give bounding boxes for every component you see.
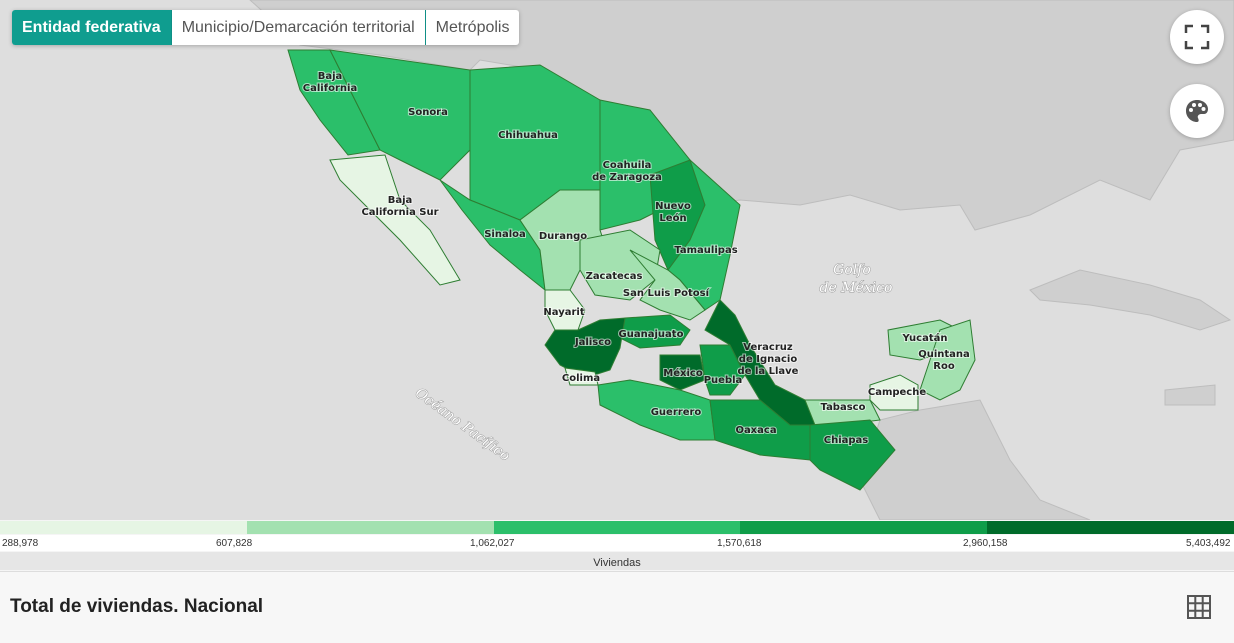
fullscreen-icon	[1184, 24, 1210, 50]
tab-municipio[interactable]: Municipio/Demarcación territorial	[172, 10, 426, 45]
legend-break-1: 607,828	[216, 538, 253, 549]
state-label-veracruz-de-ignacio-de-la-llave: Veracruz	[743, 342, 793, 353]
state-label-sonora: Sonora	[408, 107, 448, 118]
state-label-baja-california-sur: Baja	[388, 195, 413, 206]
state-label-tabasco: Tabasco	[821, 402, 866, 413]
gulf-label-line1: Golfo	[833, 262, 871, 278]
state-label-oaxaca: Oaxaca	[735, 425, 776, 436]
state-label-mexico: México	[663, 367, 703, 379]
palette-icon	[1186, 100, 1208, 122]
legend-swatch-1	[246, 521, 494, 534]
state-label-nuevo-leon: León	[659, 212, 686, 224]
palette-button[interactable]	[1170, 84, 1224, 138]
state-label-quintana-roo: Quintana	[918, 349, 970, 360]
footer-panel: Total de viviendas. Nacional	[0, 571, 1234, 643]
choropleth-map[interactable]: Baja California Sonora Chihuahua Coahuila de …	[0, 0, 1234, 520]
grid-table-icon	[1187, 595, 1211, 619]
gulf-label-line2: de México	[820, 280, 893, 296]
state-label-san-luis-potosi: San Luis Potosí	[623, 287, 710, 299]
island-1	[1164, 384, 1216, 406]
state-label-yucatan: Yucatán	[902, 332, 948, 344]
page-title: Total de viviendas. Nacional	[10, 596, 264, 617]
legend-swatch-2	[493, 521, 741, 534]
tab-metropolis[interactable]: Metrópolis	[426, 10, 520, 45]
state-label-baja-california-sur: California Sur	[361, 207, 438, 218]
state-label-nuevo-leon: Nuevo	[655, 201, 691, 212]
legend-break-3: 1,570,618	[717, 538, 762, 549]
tab-entidad-federativa[interactable]: Entidad federativa	[12, 10, 172, 45]
table-view-button[interactable]	[1186, 594, 1212, 620]
state-label-nayarit: Nayarit	[543, 307, 584, 318]
legend-swatch-4	[987, 521, 1234, 534]
map-canvas[interactable]: BajaCaliforniaSonoraChihuahuaCoahuilade …	[0, 0, 1234, 520]
legend-break-4: 2,960,158	[963, 538, 1008, 549]
legend-title: Viviendas	[0, 552, 1234, 570]
legend-break-5: 5,403,492	[1186, 538, 1231, 549]
state-label-veracruz-de-ignacio-de-la-llave: de Ignacio	[739, 354, 798, 365]
state-label-guanajuato: Guanajuato	[619, 329, 684, 340]
state-label-chihuahua: Chihuahua	[498, 130, 558, 141]
state-label-baja-california: California	[303, 83, 357, 94]
state-label-coahuila-de-zaragoza: de Zaragoza	[592, 172, 662, 183]
legend-break-0: 288,978	[2, 538, 39, 549]
state-label-zacatecas: Zacatecas	[586, 271, 643, 282]
state-label-puebla: Puebla	[704, 375, 743, 386]
state-label-veracruz-de-ignacio-de-la-llave: de la Llave	[738, 366, 799, 377]
pacific-label: Océano Pacífico	[412, 385, 513, 464]
fullscreen-button[interactable]	[1170, 10, 1224, 64]
state-label-baja-california: Baja	[318, 71, 343, 82]
legend-swatch-3	[740, 521, 988, 534]
legend-color-scale	[0, 521, 1234, 534]
legend-swatch-0	[0, 521, 247, 534]
state-label-colima: Colima	[562, 373, 600, 384]
view-tabs: Entidad federativa Municipio/Demarcación…	[12, 10, 520, 45]
state-label-sinaloa: Sinaloa	[484, 229, 526, 240]
state-label-jalisco: Jalisco	[574, 337, 611, 348]
state-label-coahuila-de-zaragoza: Coahuila	[603, 160, 652, 171]
state-label-quintana-roo: Roo	[933, 361, 955, 372]
state-label-campeche: Campeche	[868, 387, 926, 398]
legend-breaks: 288,978 607,828 1,062,027 1,570,618 2,96…	[0, 535, 1234, 551]
central-america-land	[859, 399, 1091, 520]
state-label-tamaulipas: Tamaulipas	[674, 245, 737, 256]
state-label-durango: Durango	[539, 231, 587, 242]
cuba-land	[1029, 269, 1232, 331]
state-label-chiapas: Chiapas	[824, 435, 869, 446]
state-label-guerrero: Guerrero	[651, 407, 702, 418]
legend-break-2: 1,062,027	[470, 538, 515, 549]
